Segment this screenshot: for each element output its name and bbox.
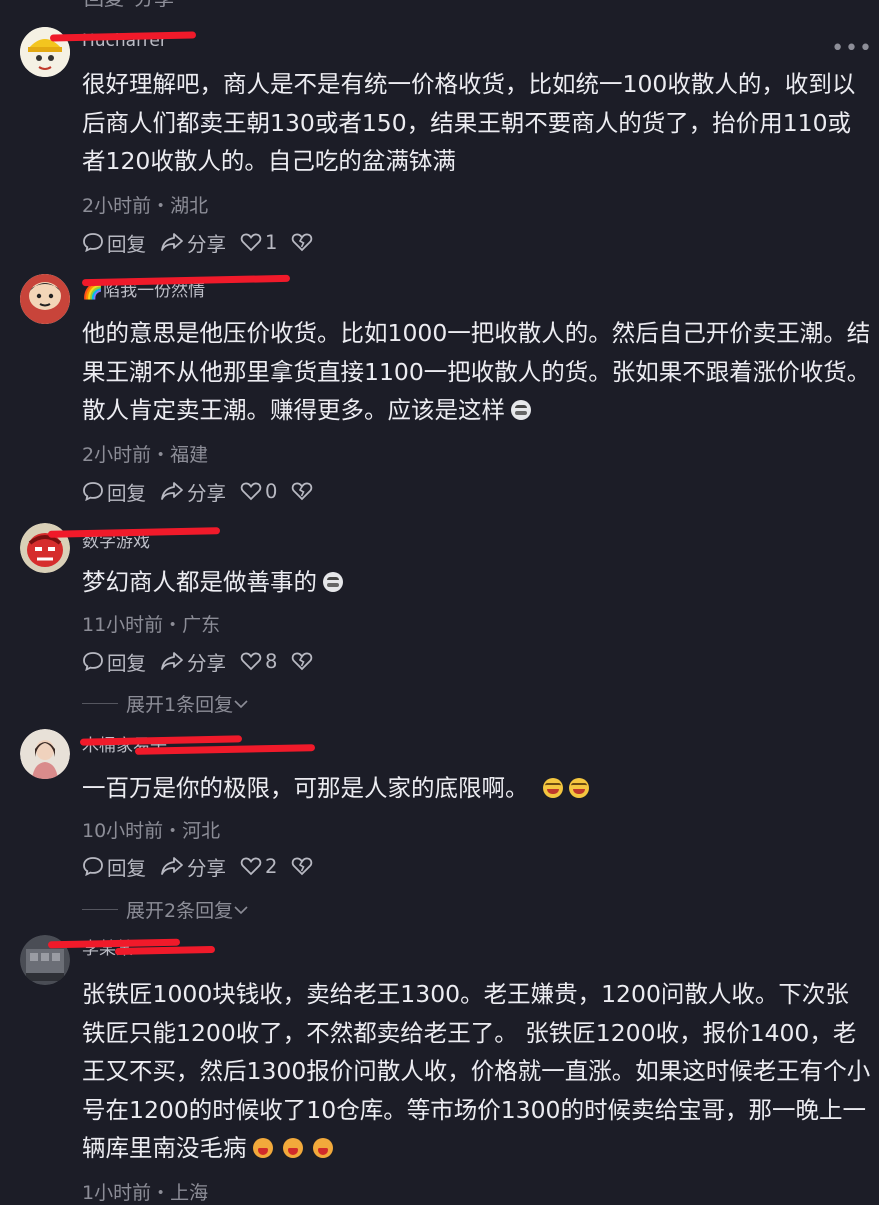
reply-button[interactable]: 回复: [82, 228, 146, 257]
comment-actions: 回复 分享 8: [82, 647, 330, 675]
expand-replies-label: 展开1条回复: [126, 694, 234, 716]
like-count: 2: [265, 854, 278, 878]
comment-text-content: 一百万是你的极限，可那是人家的底限啊。: [82, 774, 529, 802]
reply-button[interactable]: 回复: [82, 647, 146, 676]
like-button[interactable]: 1: [240, 231, 277, 254]
comment-bubble-icon: [83, 857, 103, 876]
laugh-cry-emoji: [568, 778, 589, 798]
tongue-emoji: [312, 1138, 333, 1158]
like-count: 1: [265, 230, 278, 254]
tongue-emoji: [282, 1138, 303, 1158]
comment-text-content: 很好理解吧，商人是不是有统一价格收货，比如统一100收散人的，收到以后商人们都卖…: [82, 70, 856, 175]
redaction-mark: [114, 945, 216, 956]
share-button[interactable]: 分享: [160, 477, 226, 506]
avatar[interactable]: [20, 729, 70, 779]
comment-meta: 1小时前・上海: [82, 1182, 209, 1204]
comment-bubble-icon: [83, 233, 103, 252]
reply-label: 回复: [107, 651, 147, 675]
comment-bubble-icon: [83, 652, 103, 671]
grin-emoji: [323, 572, 343, 592]
comment-bubble-icon: [83, 482, 103, 501]
share-arrow-icon: [161, 233, 183, 251]
share-label[interactable]: 分享: [134, 0, 174, 11]
dislike-button[interactable]: [291, 856, 316, 876]
like-count: 0: [265, 479, 278, 503]
share-arrow-icon: [161, 857, 183, 875]
reply-label: 回复: [107, 232, 147, 256]
comment-meta: 2小时前・福建: [82, 444, 209, 466]
comment-meta: 10小时前・河北: [82, 820, 221, 842]
like-button[interactable]: 8: [240, 650, 277, 673]
comment-text: 很好理解吧，商人是不是有统一价格收货，比如统一100收散人的，收到以后商人们都卖…: [82, 65, 872, 181]
dislike-button[interactable]: [291, 481, 316, 501]
dislike-button[interactable]: [291, 232, 316, 252]
laugh-cry-emoji: [542, 778, 563, 798]
share-button[interactable]: 分享: [160, 647, 226, 676]
heart-icon: [240, 233, 262, 252]
share-button[interactable]: 分享: [160, 228, 226, 257]
broken-heart-icon: [292, 857, 313, 876]
reply-button[interactable]: 回复: [82, 477, 146, 506]
reply-label: 回复: [107, 856, 147, 880]
heart-icon: [240, 482, 262, 501]
dislike-button[interactable]: [291, 651, 316, 671]
expand-replies-label: 展开2条回复: [126, 900, 234, 922]
divider-line: [82, 909, 118, 910]
comment-text: 一百万是你的极限，可那是人家的底限啊。: [82, 769, 872, 808]
share-label: 分享: [187, 651, 227, 675]
comment-text: 梦幻商人都是做善事的: [82, 563, 872, 602]
comment-meta: 2小时前・湖北: [82, 195, 209, 217]
more-dots-icon[interactable]: •••: [831, 36, 873, 61]
grin-emoji: [511, 400, 531, 420]
reply-button[interactable]: 回复: [82, 852, 146, 881]
share-label: 分享: [187, 481, 227, 505]
comment-text: 他的意思是他压价收货。比如1000一把收散人的。然后自己开价卖王潮。结果王潮不从…: [82, 314, 872, 430]
comment-text: 张铁匠1000块钱收，卖给老王1300。老王嫌贵，1200问散人收。下次张铁匠只…: [82, 975, 872, 1168]
share-label: 分享: [187, 856, 227, 880]
divider-line: [82, 703, 118, 704]
broken-heart-icon: [292, 652, 313, 671]
comment-text-content: 他的意思是他压价收货。比如1000一把收散人的。然后自己开价卖王潮。结果王潮不从…: [82, 319, 871, 424]
heart-icon: [240, 652, 262, 671]
comment-text-content: 梦幻商人都是做善事的: [82, 568, 317, 596]
chevron-down-icon: [234, 905, 248, 914]
share-arrow-icon: [161, 652, 183, 670]
broken-heart-icon: [292, 233, 313, 252]
comment-actions: 回复 分享 1: [82, 228, 330, 256]
share-button[interactable]: 分享: [160, 852, 226, 881]
reply-label: 回复: [107, 481, 147, 505]
share-label: 分享: [187, 232, 227, 256]
heart-icon: [240, 857, 262, 876]
avatar[interactable]: [20, 274, 70, 324]
expand-replies-button[interactable]: 展开1条回复: [82, 690, 249, 717]
comment-actions: 回复 分享 0: [82, 477, 330, 505]
like-button[interactable]: 2: [240, 855, 277, 878]
comment-actions: 回复 分享 2: [82, 852, 330, 880]
reply-label[interactable]: 回复: [84, 0, 124, 11]
share-arrow-icon: [161, 482, 183, 500]
like-count: 8: [265, 649, 278, 673]
expand-replies-button[interactable]: 展开2条回复: [82, 896, 249, 923]
broken-heart-icon: [292, 482, 313, 501]
comment-meta: 11小时前・广东: [82, 614, 221, 636]
tongue-emoji: [252, 1138, 273, 1158]
chevron-down-icon: [234, 699, 248, 708]
like-button[interactable]: 0: [240, 480, 277, 503]
previous-comment-actions: 回复 分享: [84, 0, 174, 10]
comment-text-content: 张铁匠1000块钱收，卖给老王1300。老王嫌贵，1200问散人收。下次张铁匠只…: [82, 980, 871, 1162]
